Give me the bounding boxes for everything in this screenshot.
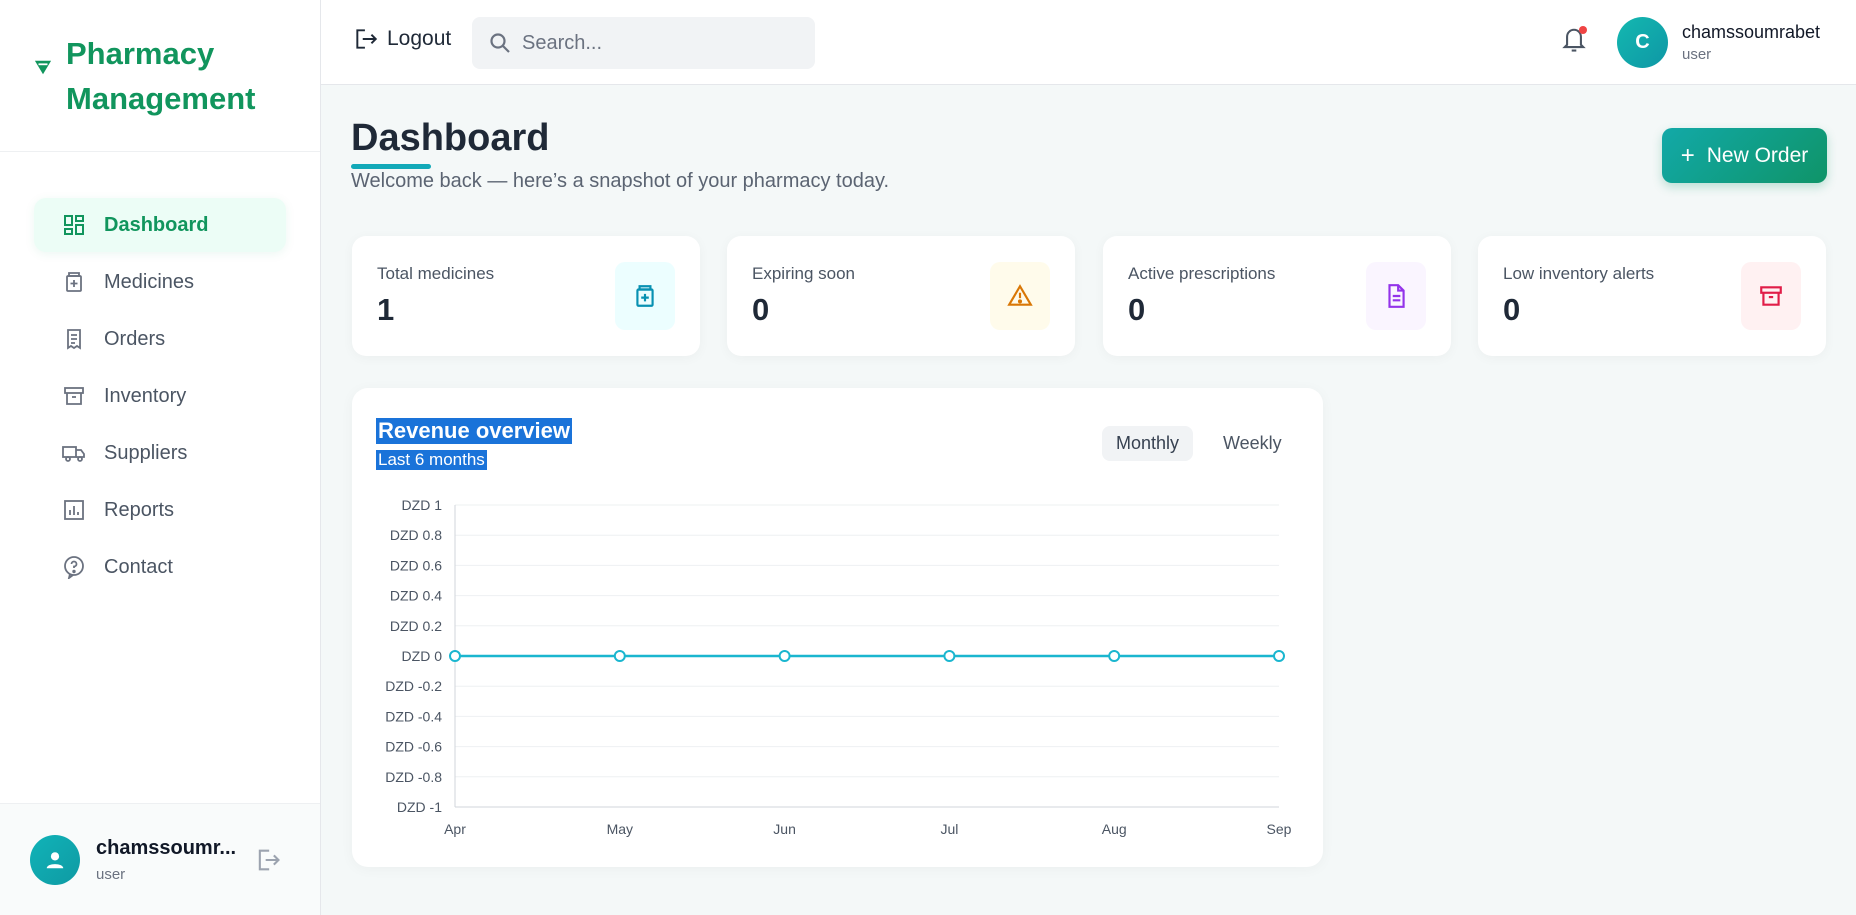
brand-name: Pharmacy Management — [66, 35, 256, 116]
sidebar-item-inventory[interactable]: Inventory — [34, 369, 286, 423]
y-tick-label: DZD 0 — [402, 648, 443, 664]
truck-icon — [62, 441, 86, 465]
toggle-monthly[interactable]: Monthly — [1102, 426, 1194, 461]
document-icon — [1366, 262, 1426, 330]
help-icon — [62, 555, 86, 579]
header-user-role: user — [1682, 46, 1712, 63]
data-point — [449, 650, 461, 662]
logout-label: Logout — [387, 27, 452, 50]
toggle-weekly[interactable]: Weekly — [1209, 426, 1296, 461]
warning-icon — [990, 262, 1050, 330]
sidebar-user-role: user — [96, 865, 126, 883]
stat-card-active-prescriptions[interactable]: Active prescriptions 0 — [1103, 236, 1451, 356]
sidebar-item-label: Reports — [104, 498, 175, 521]
sidebar-item-label: Inventory — [104, 384, 187, 407]
header-user-name: chamssoumrabet — [1682, 22, 1821, 42]
sidebar-item-contact[interactable]: Contact — [34, 540, 286, 594]
sidebar-item-label: Contact — [104, 555, 173, 578]
avatar[interactable]: C — [1617, 17, 1668, 68]
x-tick-label: Apr — [444, 821, 466, 837]
sidebar-item-reports[interactable]: Reports — [34, 483, 286, 537]
x-tick-label: Jun — [773, 821, 796, 837]
stat-label: Low inventory alerts — [1503, 264, 1655, 283]
sidebar-user-name: chamssoumr... — [96, 836, 237, 859]
bar-chart-icon — [62, 498, 86, 522]
logout-icon[interactable] — [254, 846, 282, 874]
brand-logo-icon — [34, 60, 52, 74]
y-tick-label: DZD -0.8 — [385, 769, 442, 785]
y-tick-label: DZD -1 — [397, 799, 442, 815]
search-input[interactable] — [522, 31, 802, 55]
stat-card-low-inventory[interactable]: Low inventory alerts 0 — [1478, 236, 1826, 356]
sidebar-user-card: chamssoumr... user — [0, 803, 320, 915]
data-point — [613, 650, 626, 662]
x-tick-label: Jul — [940, 821, 958, 837]
y-tick-label: DZD 1 — [402, 497, 443, 513]
sidebar-nav: Dashboard Medicines Orders Inventory Sup… — [0, 152, 320, 594]
sidebar-item-medicines[interactable]: Medicines — [34, 255, 286, 309]
y-tick-label: DZD -0.4 — [385, 708, 442, 724]
data-point — [778, 650, 791, 662]
medicine-icon — [62, 270, 86, 294]
stat-value: 1 — [377, 292, 395, 327]
stat-value: 0 — [1503, 292, 1521, 327]
sidebar: Pharmacy Management Dashboard Medicines … — [0, 0, 321, 915]
data-point — [1108, 650, 1121, 662]
stat-label: Expiring soon — [752, 264, 856, 283]
header-user-info[interactable]: chamssoumrabet user — [1682, 22, 1820, 63]
chart-subtitle: Last 6 months — [376, 450, 487, 470]
search-box — [472, 17, 815, 69]
sidebar-item-label: Suppliers — [104, 441, 188, 464]
brand[interactable]: Pharmacy Management — [0, 0, 320, 152]
x-tick-label: Sep — [1267, 821, 1292, 837]
archive-icon — [62, 384, 86, 408]
avatar[interactable] — [30, 834, 80, 885]
stat-card-expiring-soon[interactable]: Expiring soon 0 — [727, 236, 1075, 356]
sidebar-user-info: chamssoumr... user — [96, 837, 246, 883]
sidebar-item-orders[interactable]: Orders — [34, 312, 286, 366]
dashboard-icon — [62, 213, 86, 237]
y-tick-label: DZD -0.2 — [385, 678, 442, 694]
page-title: Dashboard — [351, 117, 550, 159]
plus-icon: + — [1680, 141, 1695, 169]
sidebar-item-label: Medicines — [104, 270, 195, 293]
sidebar-item-label: Orders — [104, 327, 166, 350]
revenue-line-chart: DZD 1 DZD 0.8 DZD 0.6 DZD 0.4 DZD 0.2 DZD 0 DZ… — [385, 497, 1292, 837]
sidebar-item-dashboard[interactable]: Dashboard — [34, 198, 286, 252]
stat-value: 0 — [1128, 292, 1146, 327]
receipt-icon — [62, 327, 86, 351]
chart-title: Revenue overview — [376, 418, 572, 444]
y-tick-label: DZD 0.2 — [390, 618, 442, 634]
title-underline — [351, 164, 431, 169]
stat-card-total-medicines[interactable]: Total medicines 1 — [352, 236, 700, 356]
medicine-box-icon — [615, 262, 675, 330]
archive-box-icon — [1741, 262, 1801, 330]
notifications-button[interactable] — [1560, 24, 1588, 54]
new-order-button[interactable]: + New Order — [1662, 128, 1827, 183]
stat-value: 0 — [752, 292, 770, 327]
top-header: Logout C chamssoumrabet user — [321, 0, 1856, 85]
sidebar-item-label: Dashboard — [104, 213, 209, 236]
logout-button[interactable]: Logout — [353, 26, 451, 52]
logout-icon — [356, 29, 378, 49]
sidebar-item-suppliers[interactable]: Suppliers — [34, 426, 286, 480]
y-tick-label: DZD 0.8 — [390, 527, 442, 543]
page-subtitle: Welcome back — here’s a snapshot of your… — [351, 170, 890, 192]
data-point — [943, 650, 956, 662]
notification-dot — [1579, 26, 1587, 34]
y-tick-label: DZD -0.6 — [385, 739, 442, 755]
y-tick-label: DZD 0.6 — [390, 557, 442, 573]
revenue-chart-card: Revenue overview Last 6 months Monthly W… — [352, 388, 1323, 867]
stat-label: Total medicines — [377, 264, 495, 283]
new-order-label: New Order — [1706, 143, 1809, 167]
data-point — [1273, 650, 1285, 662]
x-tick-label: May — [607, 821, 633, 837]
stat-label: Active prescriptions — [1128, 264, 1276, 283]
search-icon — [490, 33, 510, 53]
x-tick-label: Aug — [1102, 821, 1127, 837]
y-tick-label: DZD 0.4 — [390, 588, 442, 604]
user-icon — [46, 851, 64, 868]
